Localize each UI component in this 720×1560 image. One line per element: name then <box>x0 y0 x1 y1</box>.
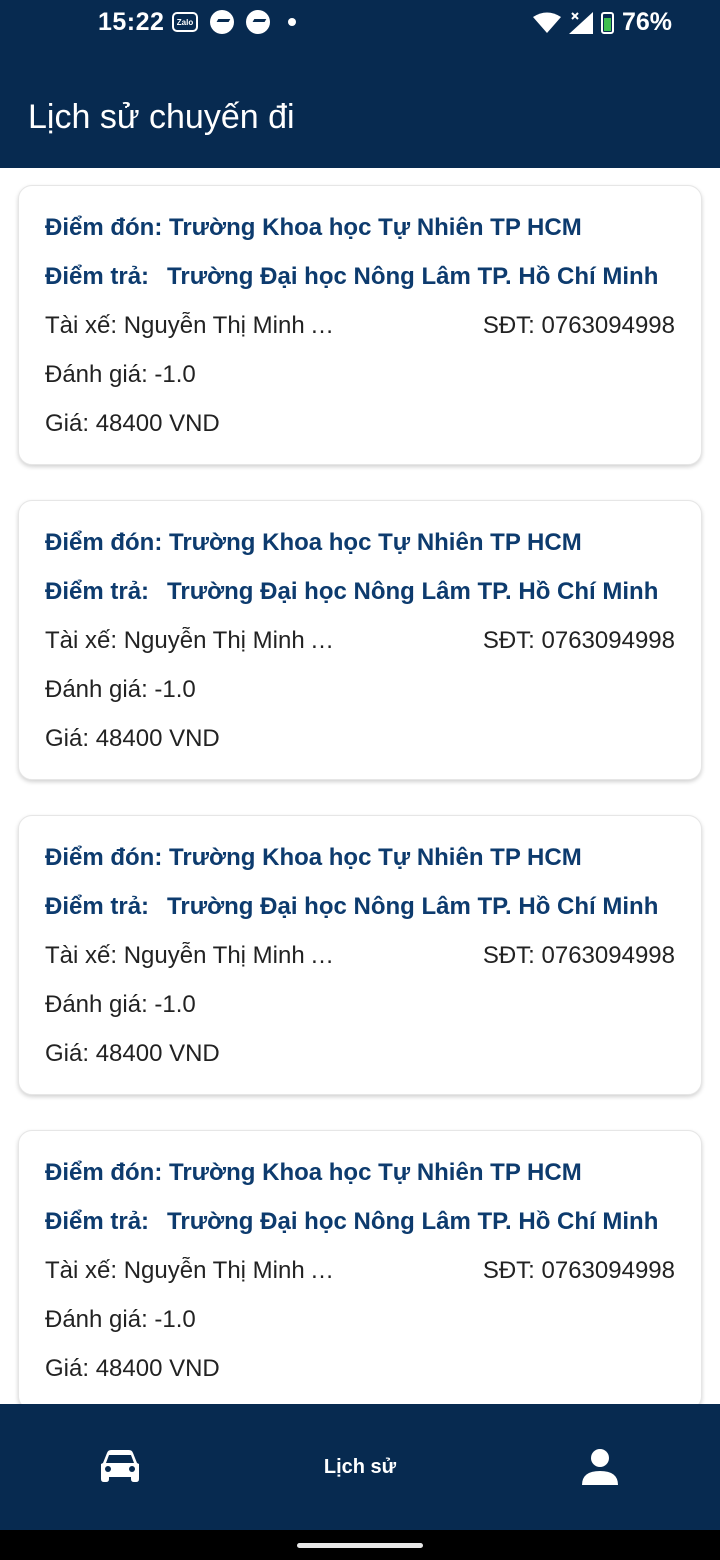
status-time: 15:22 <box>98 8 165 36</box>
driver-value: Nguyễn Thị Minh Anh <box>123 1257 345 1284</box>
app-bar: Lịch sử chuyến đi <box>0 70 720 168</box>
page-title: Lịch sử chuyến đi <box>28 98 295 136</box>
price-value: 48400 VND <box>95 1355 220 1382</box>
pickup-row: Điểm đón: Trường Khoa học Tự Nhiên TP HC… <box>45 844 582 872</box>
battery-percent: 76% <box>621 8 672 36</box>
dropoff-row: Điểm trả: Trường Đại học Nông Lâm TP. Hồ … <box>45 893 677 921</box>
rating-value: -1.0 <box>154 991 196 1018</box>
phone-label: SĐT: <box>482 312 535 339</box>
dropoff-value: Trường Đại học Nông Lâm TP. Hồ Chí Minh <box>167 1208 659 1235</box>
driver-row: Tài xế: Nguyễn Thị Minh Anh <box>45 1257 345 1285</box>
rating-row: Đánh giá: -1.0 <box>45 991 196 1019</box>
phone-label: SĐT: <box>482 627 535 654</box>
trip-card[interactable]: Điểm đón: Trường Khoa học Tự Nhiên TP HC… <box>18 1130 702 1404</box>
dropoff-value: Trường Đại học Nông Lâm TP. Hồ Chí Minh <box>167 578 659 605</box>
driver-row: Tài xế: Nguyễn Thị Minh Anh <box>45 942 345 970</box>
phone-row: SĐT: 0763094998 <box>483 1257 675 1285</box>
home-gesture-handle[interactable] <box>297 1543 423 1548</box>
pickup-label: Điểm đón: <box>45 529 163 556</box>
price-row: Giá: 48400 VND <box>45 410 220 438</box>
phone-value: 0763094998 <box>541 627 675 654</box>
pickup-value: Trường Khoa học Tự Nhiên TP HCM <box>169 1159 582 1186</box>
pickup-value: Trường Khoa học Tự Nhiên TP HCM <box>169 844 582 871</box>
driver-value: Nguyễn Thị Minh Anh <box>123 312 345 339</box>
dot-icon <box>288 18 296 26</box>
bottom-nav: Lịch sử <box>0 1404 720 1530</box>
dropoff-value: Trường Đại học Nông Lâm TP. Hồ Chí Minh <box>167 893 659 920</box>
rating-row: Đánh giá: -1.0 <box>45 361 196 389</box>
phone-row: SĐT: 0763094998 <box>483 942 675 970</box>
gesture-bar <box>0 1530 720 1560</box>
price-row: Giá: 48400 VND <box>45 725 220 753</box>
trip-list[interactable]: Điểm đón: Trường Khoa học Tự Nhiên TP HC… <box>0 168 720 1404</box>
rating-label: Đánh giá: <box>45 361 148 388</box>
price-label: Giá: <box>45 725 90 752</box>
price-value: 48400 VND <box>95 410 220 437</box>
dropoff-label: Điểm trả: <box>45 893 150 920</box>
rating-value: -1.0 <box>154 361 196 388</box>
phone-label: SĐT: <box>482 1257 535 1284</box>
wifi-icon <box>532 12 561 33</box>
driver-row: Tài xế: Nguyễn Thị Minh Anh <box>45 312 345 340</box>
messenger-icon <box>210 10 234 34</box>
rating-label: Đánh giá: <box>45 1306 148 1333</box>
rating-row: Đánh giá: -1.0 <box>45 1306 196 1334</box>
phone-row: SĐT: 0763094998 <box>483 312 675 340</box>
nav-history-tab[interactable]: Lịch sử <box>240 1404 480 1530</box>
dropoff-row: Điểm trả: Trường Đại học Nông Lâm TP. Hồ … <box>45 578 677 606</box>
dropoff-row: Điểm trả: Trường Đại học Nông Lâm TP. Hồ … <box>45 1208 677 1236</box>
dropoff-label: Điểm trả: <box>45 1208 150 1235</box>
pickup-label: Điểm đón: <box>45 844 163 871</box>
price-value: 48400 VND <box>95 1040 220 1067</box>
rating-label: Đánh giá: <box>45 676 148 703</box>
dropoff-row: Điểm trả: Trường Đại học Nông Lâm TP. Hồ … <box>45 263 677 291</box>
driver-value: Nguyễn Thị Minh Anh <box>123 942 345 969</box>
pickup-label: Điểm đón: <box>45 1159 163 1186</box>
messenger-icon <box>246 10 270 34</box>
pickup-row: Điểm đón: Trường Khoa học Tự Nhiên TP HC… <box>45 1159 582 1187</box>
driver-label: Tài xế: <box>45 627 118 654</box>
phone-value: 0763094998 <box>541 1257 675 1284</box>
person-icon <box>582 1449 618 1485</box>
price-value: 48400 VND <box>95 725 220 752</box>
driver-label: Tài xế: <box>45 942 118 969</box>
signal-icon <box>568 11 593 34</box>
pickup-row: Điểm đón: Trường Khoa học Tự Nhiên TP HC… <box>45 214 582 242</box>
car-icon <box>101 1450 139 1482</box>
driver-row: Tài xế: Nguyễn Thị Minh Anh <box>45 627 345 655</box>
trip-card[interactable]: Điểm đón: Trường Khoa học Tự Nhiên TP HC… <box>18 185 702 465</box>
pickup-row: Điểm đón: Trường Khoa học Tự Nhiên TP HC… <box>45 529 582 557</box>
price-row: Giá: 48400 VND <box>45 1355 220 1383</box>
price-label: Giá: <box>45 1040 90 1067</box>
nav-profile-button[interactable] <box>480 1404 720 1530</box>
driver-label: Tài xế: <box>45 312 118 339</box>
rating-value: -1.0 <box>154 1306 196 1333</box>
phone-row: SĐT: 0763094998 <box>483 627 675 655</box>
trip-card[interactable]: Điểm đón: Trường Khoa học Tự Nhiên TP HC… <box>18 815 702 1095</box>
nav-trip-button[interactable] <box>0 1404 240 1530</box>
rating-value: -1.0 <box>154 676 196 703</box>
dropoff-label: Điểm trả: <box>45 263 150 290</box>
notification-icons: Zalo <box>172 10 296 34</box>
status-bar: 15:22 Zalo 76% <box>0 0 720 70</box>
zalo-icon: Zalo <box>172 12 198 32</box>
dropoff-label: Điểm trả: <box>45 578 150 605</box>
system-icons: 76% <box>532 8 672 37</box>
driver-label: Tài xế: <box>45 1257 118 1284</box>
pickup-value: Trường Khoa học Tự Nhiên TP HCM <box>169 529 582 556</box>
trip-card[interactable]: Điểm đón: Trường Khoa học Tự Nhiên TP HC… <box>18 500 702 780</box>
battery-icon <box>600 11 614 34</box>
rating-row: Đánh giá: -1.0 <box>45 676 196 704</box>
dropoff-value: Trường Đại học Nông Lâm TP. Hồ Chí Minh <box>167 263 659 290</box>
price-label: Giá: <box>45 410 90 437</box>
pickup-label: Điểm đón: <box>45 214 163 241</box>
driver-value: Nguyễn Thị Minh Anh <box>123 627 345 654</box>
phone-value: 0763094998 <box>541 942 675 969</box>
price-row: Giá: 48400 VND <box>45 1040 220 1068</box>
rating-label: Đánh giá: <box>45 991 148 1018</box>
price-label: Giá: <box>45 1355 90 1382</box>
pickup-value: Trường Khoa học Tự Nhiên TP HCM <box>169 214 582 241</box>
phone-label: SĐT: <box>482 942 535 969</box>
phone-value: 0763094998 <box>541 312 675 339</box>
